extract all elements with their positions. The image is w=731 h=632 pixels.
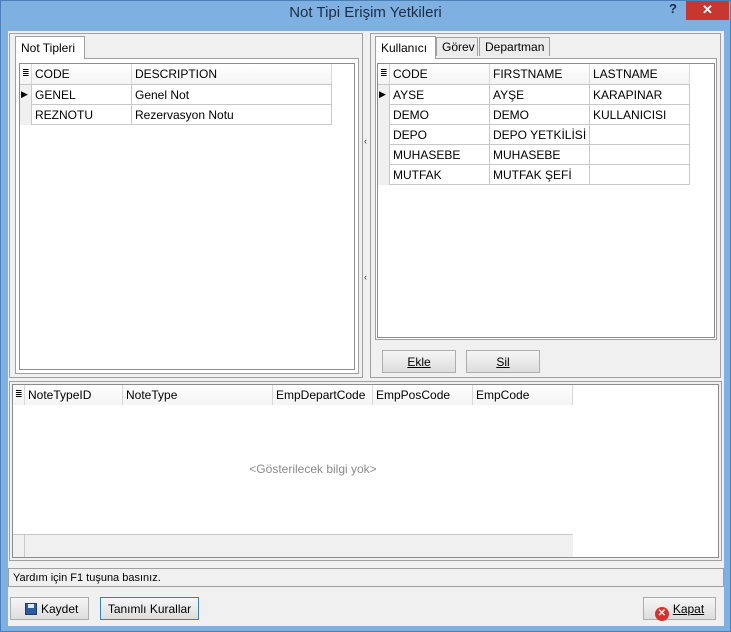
empty-grid-message: <Gösterilecek bilgi yok> xyxy=(249,462,377,476)
tab-departman[interactable]: Departman xyxy=(479,37,550,56)
close-button[interactable]: ✕ Kapat xyxy=(643,597,716,621)
row-indicator xyxy=(378,145,390,165)
cell-code[interactable]: DEMO xyxy=(390,105,490,125)
tab-label: Görev xyxy=(442,40,475,54)
row-indicator xyxy=(378,105,390,125)
users-tab-page: ≣ CODE FIRSTNAME LASTNAME ▶ AYSE AYŞE KA… xyxy=(375,58,717,340)
column-chooser-icon[interactable]: ≣ xyxy=(20,64,32,84)
access-rules-grid[interactable]: ≣ NoteTypeID NoteType EmpDepartCode EmpP… xyxy=(12,384,719,558)
cell-lastname[interactable] xyxy=(590,145,690,165)
cell-lastname[interactable] xyxy=(590,165,690,185)
assignee-panel: Kullanıcı Görev Departman ≣ CODE FIRSTNA… xyxy=(370,33,721,378)
row-pointer-icon: ▶ xyxy=(20,85,32,105)
table-row[interactable]: DEMO DEMO KULLANICISI xyxy=(378,105,690,125)
save-button[interactable]: Kaydet xyxy=(10,597,89,620)
note-types-panel: Not Tipleri ≣ CODE DESCRIPTION ▶ GENEL G… xyxy=(9,33,363,378)
delete-button-label: Sil xyxy=(496,355,510,369)
cell-firstname[interactable]: AYŞE xyxy=(490,85,590,105)
cell-lastname[interactable]: KARAPINAR xyxy=(590,85,690,105)
cell-code[interactable]: MUTFAK xyxy=(390,165,490,185)
window-close-button[interactable]: ✕ xyxy=(686,1,729,20)
cell-lastname[interactable] xyxy=(590,125,690,145)
help-button[interactable]: ? xyxy=(665,1,681,17)
tab-label: Departman xyxy=(485,40,545,54)
chevron-left-icon[interactable]: ‹ xyxy=(362,271,369,283)
table-row[interactable]: DEPO DEPO YETKİLİSİ xyxy=(378,125,690,145)
dialog-body: Not Tipleri ≣ CODE DESCRIPTION ▶ GENEL G… xyxy=(8,31,724,626)
column-header-firstname[interactable]: FIRSTNAME xyxy=(490,64,590,84)
table-row[interactable]: REZNOTU Rezervasyon Notu xyxy=(20,105,332,125)
floppy-disk-icon xyxy=(25,603,37,615)
add-button-label: Ekle xyxy=(407,355,431,369)
column-header-empcode[interactable]: EmpCode xyxy=(473,385,573,405)
red-x-icon: ✕ xyxy=(654,607,669,621)
close-button-label: Kapat xyxy=(672,602,705,616)
column-header-empdepartcode[interactable]: EmpDepartCode xyxy=(273,385,373,405)
chevron-left-icon[interactable]: ‹ xyxy=(362,135,369,147)
cell-description[interactable]: Rezervasyon Notu xyxy=(132,105,332,125)
table-row[interactable]: ▶ AYSE AYŞE KARAPINAR xyxy=(378,85,690,105)
footer-indicator xyxy=(13,535,25,557)
title-bar[interactable]: Not Tipi Erişim Yetkileri ? ✕ xyxy=(1,1,730,23)
table-row[interactable]: ▶ GENEL Genel Not xyxy=(20,85,332,105)
save-button-label: Kaydet xyxy=(41,602,79,616)
note-types-grid[interactable]: ≣ CODE DESCRIPTION ▶ GENEL Genel Not REZ… xyxy=(19,63,355,370)
grid-header: ≣ CODE FIRSTNAME LASTNAME xyxy=(378,64,690,84)
row-indicator xyxy=(378,165,390,185)
cell-code[interactable]: MUHASEBE xyxy=(390,145,490,165)
defined-rules-button-label: Tanımlı Kurallar xyxy=(107,602,192,616)
row-indicator xyxy=(378,125,390,145)
column-header-empposcode[interactable]: EmpPosCode xyxy=(373,385,473,405)
add-button[interactable]: Ekle xyxy=(382,350,456,373)
row-pointer-icon: ▶ xyxy=(378,85,390,105)
users-grid[interactable]: ≣ CODE FIRSTNAME LASTNAME ▶ AYSE AYŞE KA… xyxy=(377,63,715,338)
cell-firstname[interactable]: MUHASEBE xyxy=(490,145,590,165)
cell-code[interactable]: GENEL xyxy=(32,85,132,105)
cell-code[interactable]: DEPO xyxy=(390,125,490,145)
column-chooser-icon[interactable]: ≣ xyxy=(378,64,390,84)
cell-code[interactable]: AYSE xyxy=(390,85,490,105)
grid-header: ≣ NoteTypeID NoteType EmpDepartCode EmpP… xyxy=(13,385,573,405)
cell-description[interactable]: Genel Not xyxy=(132,85,332,105)
cell-firstname[interactable]: MUTFAK ŞEFİ xyxy=(490,165,590,185)
table-row[interactable]: MUTFAK MUTFAK ŞEFİ xyxy=(378,165,690,185)
status-bar: Yardım için F1 tuşuna basınız. xyxy=(8,568,724,587)
row-indicator xyxy=(20,105,32,125)
column-header-description[interactable]: DESCRIPTION xyxy=(132,64,332,84)
dialog-window: Not Tipi Erişim Yetkileri ? ✕ Not Tipler… xyxy=(0,0,731,632)
column-header-notetype[interactable]: NoteType xyxy=(123,385,273,405)
grid-body: ▶ AYSE AYŞE KARAPINAR DEMO DEMO KULLANIC… xyxy=(378,84,690,185)
column-header-code[interactable]: CODE xyxy=(390,64,490,84)
defined-rules-button[interactable]: Tanımlı Kurallar xyxy=(100,597,199,620)
tab-label: Kullanıcı xyxy=(381,41,428,55)
status-text: Yardım için F1 tuşuna basınız. xyxy=(13,572,161,584)
cell-lastname[interactable]: KULLANICISI xyxy=(590,105,690,125)
column-header-notetypeid[interactable]: NoteTypeID xyxy=(25,385,123,405)
tab-not-tipleri[interactable]: Not Tipleri xyxy=(15,36,85,59)
note-types-tab-page: ≣ CODE DESCRIPTION ▶ GENEL Genel Not REZ… xyxy=(15,58,359,374)
delete-button[interactable]: Sil xyxy=(466,350,540,373)
cell-firstname[interactable]: DEMO xyxy=(490,105,590,125)
grid-header: ≣ CODE DESCRIPTION xyxy=(20,64,332,84)
cell-firstname[interactable]: DEPO YETKİLİSİ xyxy=(490,125,590,145)
access-rules-panel: ≣ NoteTypeID NoteType EmpDepartCode EmpP… xyxy=(9,381,722,561)
column-header-lastname[interactable]: LASTNAME xyxy=(590,64,690,84)
tab-gorev[interactable]: Görev xyxy=(436,37,478,56)
window-title: Not Tipi Erişim Yetkileri xyxy=(289,4,442,21)
grid-body: ▶ GENEL Genel Not REZNOTU Rezervasyon No… xyxy=(20,84,332,125)
tab-kullanici[interactable]: Kullanıcı xyxy=(375,36,436,59)
cell-code[interactable]: REZNOTU xyxy=(32,105,132,125)
table-row[interactable]: MUHASEBE MUHASEBE xyxy=(378,145,690,165)
column-header-code[interactable]: CODE xyxy=(32,64,132,84)
tab-label: Not Tipleri xyxy=(21,41,76,55)
grid-footer xyxy=(13,534,573,557)
column-chooser-icon[interactable]: ≣ xyxy=(13,385,25,405)
